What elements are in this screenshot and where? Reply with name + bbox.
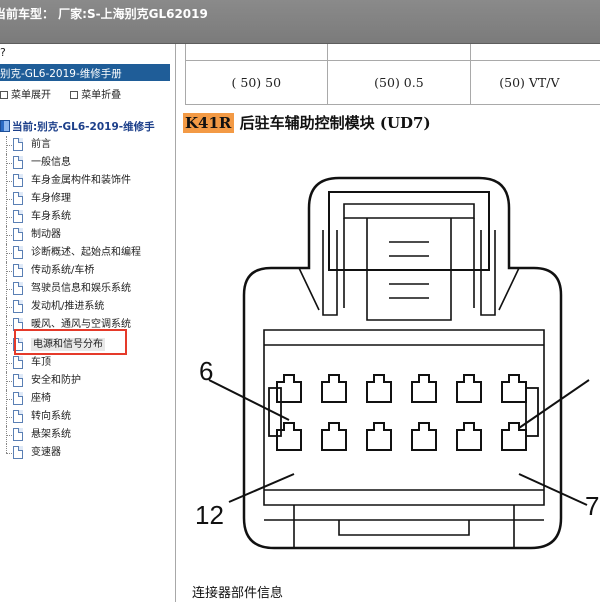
tree-item-brakes[interactable]: 制动器 — [0, 226, 175, 244]
table-cell: (50) VT/V — [470, 60, 600, 105]
document-icon — [13, 156, 23, 169]
connector-data-table: ( 50) 50 (50) 0.5 (50) VT/V — [185, 44, 600, 105]
window-titlebar: 当前车型： 厂家:S-上海别克GL62019 — [0, 0, 600, 44]
tree-item-label: 车身金属构件和装饰件 — [31, 175, 131, 186]
table-cell: ( 50) 50 — [185, 60, 328, 105]
tree-item-steering[interactable]: 转向系统 — [0, 408, 175, 426]
pin-cavity — [456, 422, 482, 451]
tree-item-safety[interactable]: 安全和防护 — [0, 372, 175, 390]
tree-item-general-info[interactable]: 一般信息 — [0, 154, 175, 172]
document-icon — [13, 228, 23, 241]
pin-cavity — [321, 374, 347, 403]
tree-item-roof[interactable]: 车顶 — [0, 354, 175, 372]
tree-item-transmission[interactable]: 变速器 — [0, 444, 175, 462]
tree-item-label: 变速器 — [31, 447, 61, 458]
module-heading: K41R 后驻车辅助控制模块 (UD7) — [183, 112, 431, 133]
tree-item-seats[interactable]: 座椅 — [0, 390, 175, 408]
document-icon — [13, 282, 23, 295]
content-pane: ( 50) 50 (50) 0.5 (50) VT/V K41R 后驻车辅助控制… — [177, 44, 600, 602]
document-icon — [13, 210, 23, 223]
tree-item-infotainment[interactable]: 驾驶员信息和娱乐系统 — [0, 280, 175, 298]
document-icon — [13, 356, 23, 369]
tree-item-label: 前言 — [31, 139, 51, 150]
document-icon — [13, 192, 23, 205]
tree-item-label: 座椅 — [31, 393, 51, 404]
document-icon — [13, 264, 23, 277]
tree-root-label: 当前:别克-GL6-2019-维修手 — [12, 121, 155, 133]
pin-cavity — [411, 422, 437, 451]
pin-label-7: 7 — [585, 491, 599, 521]
document-icon — [13, 410, 23, 423]
tree-item-label: 一般信息 — [31, 157, 71, 168]
tree-list: 前言 一般信息 车身金属构件和装饰件 车身修理 车身系统 制动器 诊断概述、起始… — [0, 136, 175, 462]
tree-item-driveline[interactable]: 传动系统/车桥 — [0, 262, 175, 280]
document-icon — [13, 374, 23, 387]
tree-item-label: 制动器 — [31, 229, 61, 240]
pin-cavity — [366, 374, 392, 403]
tree-item-suspension[interactable]: 悬架系统 — [0, 426, 175, 444]
module-title: 后驻车辅助控制模块 (UD7) — [239, 114, 431, 132]
tree-item-label: 车顶 — [31, 357, 51, 368]
book-icon — [0, 120, 10, 132]
highlight-annotation-box — [14, 329, 127, 355]
document-icon — [13, 446, 23, 459]
tree-item-body-systems[interactable]: 车身系统 — [0, 208, 175, 226]
pin-cavity — [501, 374, 527, 403]
document-icon — [13, 174, 23, 187]
tree-item-preface[interactable]: 前言 — [0, 136, 175, 154]
tree-item-diagnostics[interactable]: 诊断概述、起始点和编程 — [0, 244, 175, 262]
menu-collapse-label: 菜单折叠 — [81, 90, 122, 101]
pin-cavity — [366, 422, 392, 451]
tree-item-label: 安全和防护 — [31, 375, 81, 386]
document-icon — [13, 428, 23, 441]
sidebar: ? 别克-GL6-2019-维修手册 菜单展开 菜单折叠 当前:别克-GL6-2… — [0, 44, 176, 602]
tree-item-label: 诊断概述、起始点和编程 — [31, 247, 141, 258]
pin-cavity — [456, 374, 482, 403]
pin-label-12: 12 — [195, 500, 224, 530]
expand-icon — [0, 91, 8, 99]
collapse-icon — [70, 91, 79, 99]
tree-item-label: 发动机/推进系统 — [31, 301, 105, 312]
tree-item-body-trim[interactable]: 车身金属构件和装饰件 — [0, 172, 175, 190]
tree-item-label: 驾驶员信息和娱乐系统 — [31, 283, 131, 294]
connector-face-diagram: 6 12 7 — [195, 176, 599, 550]
pin-cavity — [411, 374, 437, 403]
tree-item-label: 转向系统 — [31, 411, 71, 422]
sidebar-manual-header[interactable]: 别克-GL6-2019-维修手册 — [0, 64, 170, 81]
menu-collapse-button[interactable]: 菜单折叠 — [70, 90, 129, 101]
tree-item-engine[interactable]: 发动机/推进系统 — [0, 298, 175, 316]
document-icon — [13, 138, 23, 151]
pin-label-6: 6 — [199, 356, 213, 386]
tree-item-label: 车身修理 — [31, 193, 71, 204]
tree-item-label: 悬架系统 — [31, 429, 71, 440]
window-title: 当前车型： 厂家:S-上海别克GL62019 — [0, 7, 208, 21]
table-cell: (50) 0.5 — [326, 60, 472, 105]
tree-root[interactable]: 当前:别克-GL6-2019-维修手 — [0, 119, 155, 135]
tree-item-body-repair[interactable]: 车身修理 — [0, 190, 175, 208]
sidebar-top-text: ? — [0, 46, 6, 59]
tree-item-label: 车身系统 — [31, 211, 71, 222]
module-code-badge: K41R — [183, 113, 235, 133]
menu-expand-label: 菜单展开 — [11, 90, 51, 101]
connector-info-label: 连接器部件信息 — [192, 586, 284, 601]
sidebar-tools: 菜单展开 菜单折叠 — [0, 86, 137, 101]
document-icon — [13, 300, 23, 313]
pin-cavity — [321, 422, 347, 451]
document-icon — [13, 246, 23, 259]
document-icon — [13, 392, 23, 405]
menu-expand-button[interactable]: 菜单展开 — [0, 90, 59, 101]
tree-item-label: 传动系统/车桥 — [31, 265, 95, 276]
pin-cavity — [501, 422, 527, 451]
